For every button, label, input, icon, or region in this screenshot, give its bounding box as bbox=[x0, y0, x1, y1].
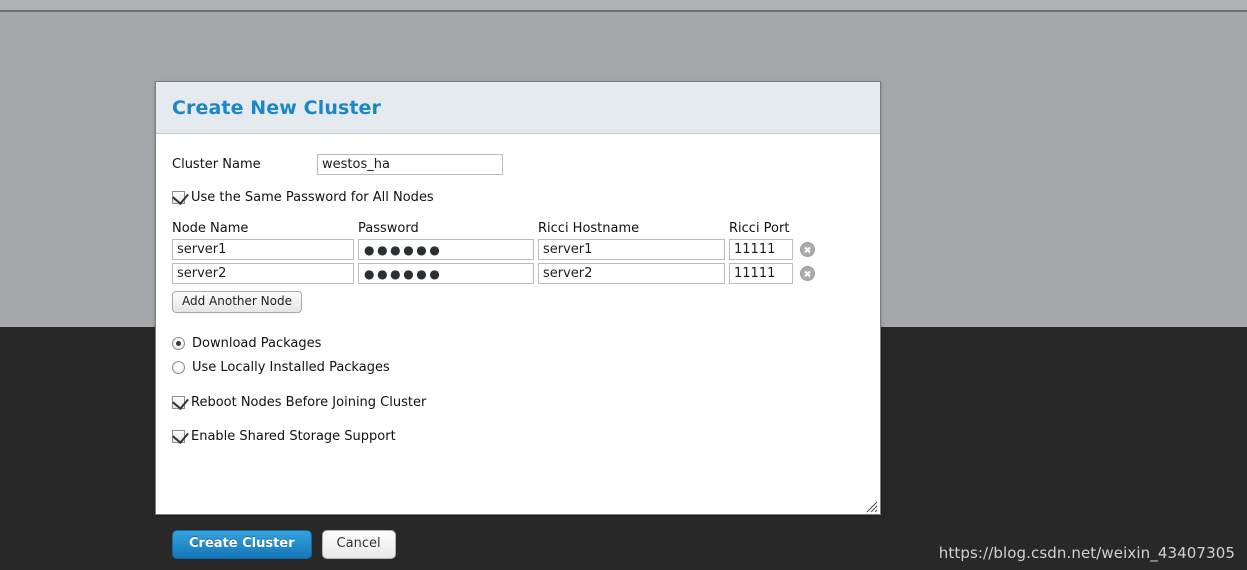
create-cluster-dialog: Create New Cluster Cluster Name Use the … bbox=[155, 81, 881, 560]
ricci-port-input-1[interactable] bbox=[729, 239, 793, 260]
add-another-node-button[interactable]: Add Another Node bbox=[172, 291, 302, 314]
reboot-nodes-label: Reboot Nodes Before Joining Cluster bbox=[191, 395, 427, 411]
node-name-input-2[interactable] bbox=[172, 263, 354, 284]
ricci-hostname-input-1[interactable] bbox=[538, 239, 725, 260]
package-source-group: Download Packages Use Locally Installed … bbox=[172, 333, 864, 377]
table-row: ●●●●●● bbox=[172, 263, 864, 284]
dialog-body: Cluster Name Use the Same Password for A… bbox=[156, 134, 880, 560]
shared-storage-label: Enable Shared Storage Support bbox=[191, 429, 396, 445]
same-password-label: Use the Same Password for All Nodes bbox=[191, 190, 434, 205]
same-password-row[interactable]: Use the Same Password for All Nodes bbox=[172, 190, 864, 205]
node-name-input-1[interactable] bbox=[172, 239, 354, 260]
dialog-header: Create New Cluster bbox=[156, 82, 880, 134]
dialog-title: Create New Cluster bbox=[172, 96, 381, 119]
shared-storage-checkbox[interactable] bbox=[172, 430, 185, 444]
nodes-table-header: Node Name Password Ricci Hostname Ricci … bbox=[172, 221, 864, 236]
cancel-button[interactable]: Cancel bbox=[321, 530, 396, 560]
circle-x-icon[interactable] bbox=[800, 266, 815, 281]
column-header-ricci-hostname: Ricci Hostname bbox=[538, 221, 640, 236]
resize-handle-icon[interactable] bbox=[864, 498, 878, 513]
cluster-name-label: Cluster Name bbox=[172, 157, 261, 172]
cluster-name-input[interactable] bbox=[317, 154, 503, 175]
radio-label-local-packages: Use Locally Installed Packages bbox=[192, 359, 390, 375]
radio-row-local-packages[interactable]: Use Locally Installed Packages bbox=[172, 357, 864, 377]
nodes-table: Node Name Password Ricci Hostname Ricci … bbox=[172, 221, 864, 314]
ricci-port-input-2[interactable] bbox=[729, 263, 793, 284]
radio-row-download-packages[interactable]: Download Packages bbox=[172, 333, 864, 353]
create-cluster-button[interactable]: Create Cluster bbox=[172, 530, 312, 560]
column-header-ricci-port: Ricci Port bbox=[729, 221, 790, 236]
shared-storage-row[interactable]: Enable Shared Storage Support bbox=[172, 429, 864, 444]
table-row: ●●●●●● bbox=[172, 239, 864, 260]
reboot-nodes-row[interactable]: Reboot Nodes Before Joining Cluster bbox=[172, 395, 864, 410]
reboot-nodes-checkbox[interactable] bbox=[172, 396, 185, 410]
node-password-input-2[interactable]: ●●●●●● bbox=[358, 263, 534, 284]
radio-download-packages[interactable] bbox=[172, 336, 185, 350]
watermark-text: https://blog.csdn.net/weixin_43407305 bbox=[938, 544, 1235, 562]
same-password-checkbox[interactable] bbox=[172, 191, 185, 204]
radio-use-locally-installed-packages[interactable] bbox=[172, 360, 185, 374]
column-header-password: Password bbox=[358, 221, 419, 236]
circle-x-icon[interactable] bbox=[800, 242, 815, 257]
cluster-name-row: Cluster Name bbox=[172, 134, 864, 175]
dialog-footer: Create Cluster Cancel bbox=[172, 530, 396, 560]
ricci-hostname-input-2[interactable] bbox=[538, 263, 725, 284]
column-header-node-name: Node Name bbox=[172, 221, 249, 236]
radio-label-download-packages: Download Packages bbox=[192, 335, 322, 351]
node-password-input-1[interactable]: ●●●●●● bbox=[358, 239, 534, 260]
browser-top-band bbox=[0, 0, 1247, 10]
